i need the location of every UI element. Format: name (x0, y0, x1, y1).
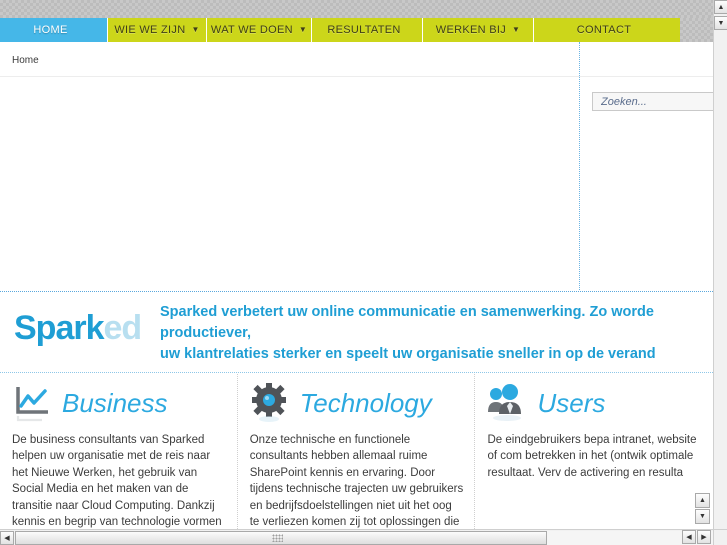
nav-item-label: WERKEN BIJ (435, 24, 506, 36)
nav-item-wie-we-zijn[interactable]: WIE WE ZIJN ▼ (108, 18, 207, 42)
scroll-left-button-2[interactable]: ◀ (682, 530, 696, 544)
headline: Sparked verbetert uw online communicatie… (160, 302, 727, 365)
nav-item-label: WAT WE DOEN (210, 24, 293, 36)
nav-item-label: WIE WE ZIJN (114, 24, 186, 36)
column-header: Business (12, 374, 227, 432)
nav-item-home[interactable]: HOME (0, 18, 108, 42)
column-title: Users (537, 388, 606, 418)
headline-line-3: uw klantrelaties sterker en speelt uw or… (160, 346, 656, 362)
chevron-down-icon: ▼ (512, 25, 521, 34)
column-title: Technology (299, 388, 432, 418)
page-root: HOME WIE WE ZIJN ▼ WAT WE DOEN ▼ RESULTA… (0, 0, 727, 545)
nav-item-label: RESULTATEN (327, 24, 401, 36)
search-box[interactable] (592, 92, 713, 111)
nav-empty-area (680, 18, 713, 42)
breadcrumb-row: Home (0, 42, 713, 77)
column-title: Business (62, 388, 168, 418)
scroll-up-button[interactable]: ▲ (714, 0, 727, 14)
feature-columns: Business De business consultants van Spa… (0, 374, 713, 529)
nav-item-wat-we-doen[interactable]: WAT WE DOEN ▼ (207, 18, 312, 42)
brand-headline-band: Sparked Sparked verbetert uw online comm… (0, 293, 713, 373)
gear-icon (250, 382, 290, 424)
top-pattern-strip (0, 0, 713, 18)
scrollbar-grip-icon (272, 534, 283, 542)
chevron-down-icon: ▼ (298, 25, 308, 34)
nav-item-werken-bij[interactable]: WERKEN BIJ ▼ (423, 18, 534, 42)
nav-item-label: HOME (33, 24, 68, 36)
breadcrumb[interactable]: Home (12, 55, 39, 66)
page-content-panel: Home (0, 42, 713, 292)
scrollbar-corner (713, 529, 727, 545)
browser-vertical-scrollbar[interactable]: ▲ ▼ (713, 0, 727, 545)
feature-column-users: Users De eindgebruikers bepa intranet, w… (475, 374, 713, 529)
logo-text-primary: Spark (14, 309, 104, 347)
scroll-left-button[interactable]: ◀ (0, 531, 14, 545)
column-body-text: Onze technische en functionele consultan… (249, 434, 464, 529)
chart-icon (12, 382, 52, 424)
chevron-down-icon: ▼ (191, 25, 200, 34)
browser-horizontal-scrollbar[interactable]: ◀ (0, 529, 713, 545)
logo-text-secondary: ed (103, 309, 143, 347)
inner-scroll-up-button[interactable]: ▲ (695, 493, 710, 508)
users-icon (487, 382, 527, 424)
search-input[interactable] (599, 94, 713, 109)
headline-line-2: productiever, (160, 325, 252, 341)
column-header: Technology (250, 374, 465, 432)
feature-column-technology: Technology Onze technische en functionel… (238, 374, 476, 529)
main-navigation: HOME WIE WE ZIJN ▼ WAT WE DOEN ▼ RESULTA… (0, 18, 713, 42)
column-header: Users (487, 374, 703, 432)
column-body-text: De business consultants van Sparked help… (12, 434, 222, 529)
scroll-right-button[interactable]: ▶ (697, 530, 711, 544)
headline-line-1: Sparked verbetert uw online communicatie… (160, 304, 654, 320)
logo[interactable]: Sparked (14, 309, 143, 347)
nav-item-label: CONTACT (576, 24, 632, 36)
inner-vertical-scroll-buttons[interactable]: ▲ ▼ (695, 493, 710, 525)
column-body-text: De eindgebruikers bepa intranet, website… (487, 434, 700, 479)
search-column-divider (579, 42, 580, 291)
inner-scroll-down-button[interactable]: ▼ (695, 509, 710, 524)
horizontal-scroll-arrow-group[interactable]: ◀ ▶ (681, 530, 711, 544)
feature-column-business: Business De business consultants van Spa… (0, 374, 238, 529)
scroll-down-button[interactable]: ▼ (714, 16, 727, 30)
nav-item-contact[interactable]: CONTACT (534, 18, 680, 42)
nav-item-resultaten[interactable]: RESULTATEN (312, 18, 423, 42)
